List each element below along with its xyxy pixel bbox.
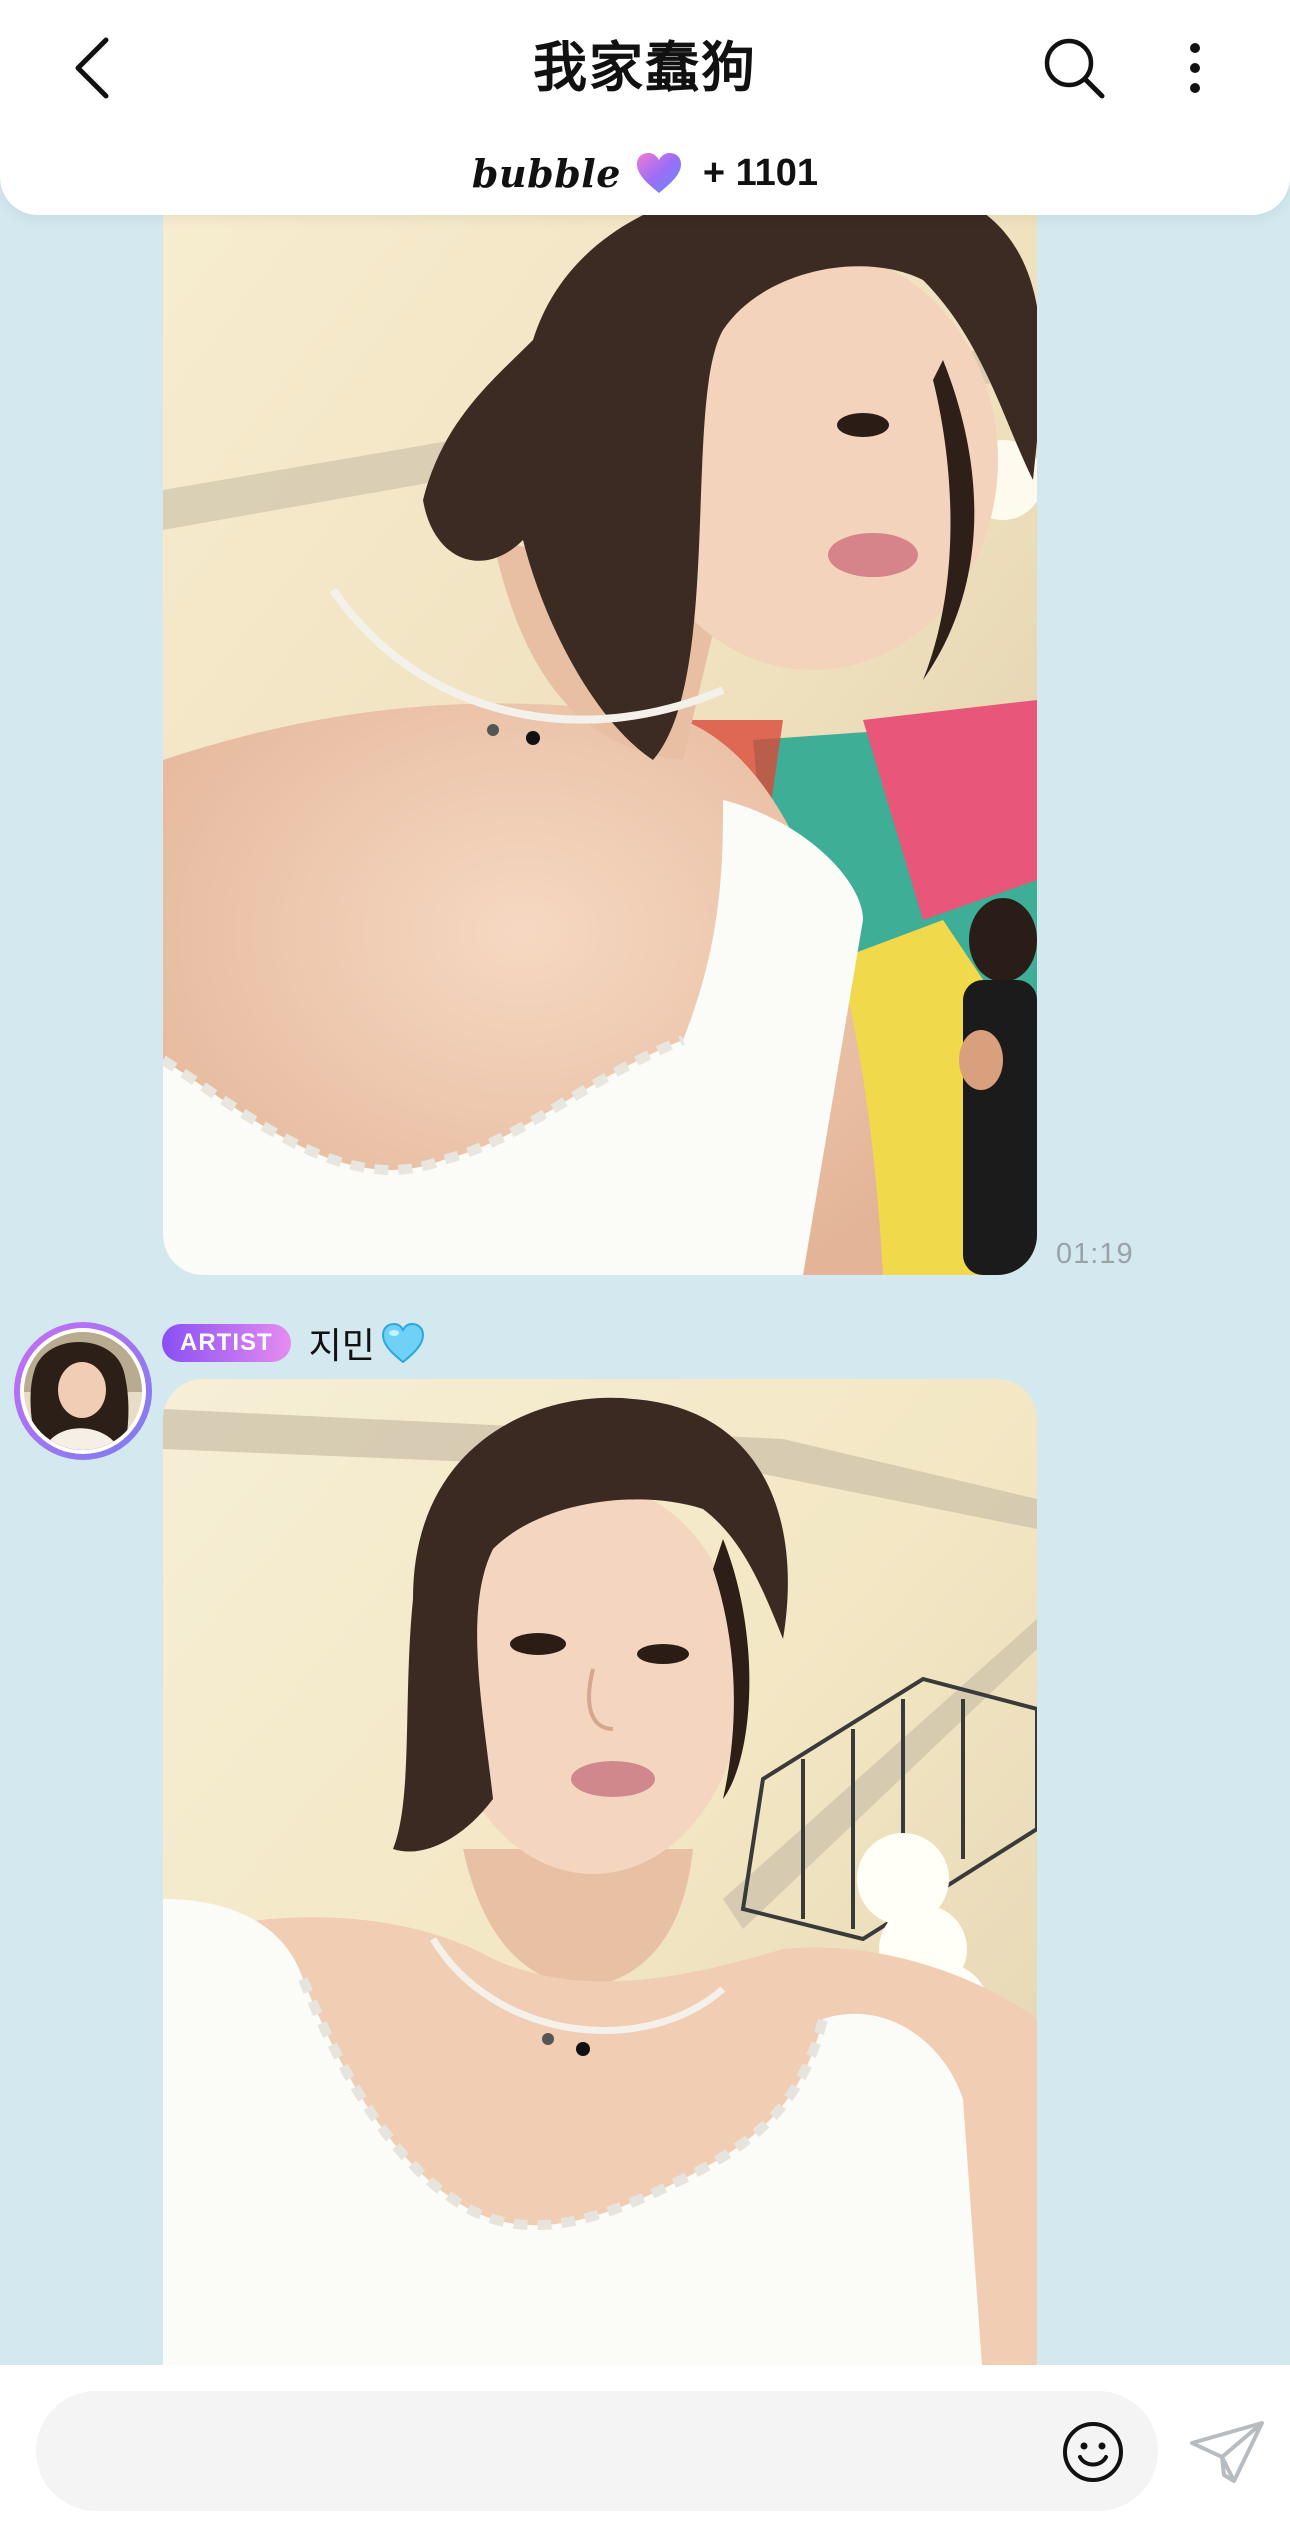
chat-header: 我家蠢狗 bubble + 1101 — [0, 0, 1290, 215]
message-input[interactable] — [36, 2391, 1158, 2511]
photo-message[interactable] — [163, 1379, 1037, 2365]
avatar-ring — [20, 1328, 146, 1454]
subscription-info: bubble + 1101 — [0, 140, 1290, 206]
send-button[interactable] — [1186, 2415, 1268, 2489]
selfie-photo — [163, 1379, 1037, 2365]
chevron-left-icon — [75, 37, 109, 99]
photo-message[interactable] — [163, 160, 1037, 1275]
back-button[interactable] — [60, 28, 124, 108]
more-options-button[interactable] — [1170, 30, 1220, 106]
message-input-bar — [0, 2365, 1290, 2529]
paper-plane-icon — [1190, 2421, 1264, 2483]
chat-title: 我家蠢狗 — [533, 36, 757, 99]
selfie-photo — [163, 160, 1037, 1275]
chat-area[interactable]: 01:19 ARTIST 지민 — [0, 0, 1290, 2365]
artist-avatar[interactable] — [14, 1322, 152, 1460]
avatar-image — [24, 1332, 142, 1450]
search-icon — [1044, 38, 1105, 99]
subscriber-count: + 1101 — [702, 151, 819, 194]
bubble-logo: bubble — [471, 150, 621, 196]
light-blue-heart-icon — [381, 1322, 425, 1364]
artist-badge: ARTIST — [162, 1324, 291, 1362]
gradient-heart-icon — [635, 151, 683, 195]
emoji-button[interactable] — [1060, 2419, 1126, 2485]
sender-name: 지민 — [308, 1326, 375, 1367]
more-vertical-icon — [1190, 43, 1200, 93]
message-timestamp: 01:19 — [1056, 1238, 1134, 1270]
smiley-icon — [1063, 2422, 1123, 2482]
search-button[interactable] — [1036, 30, 1112, 106]
sender-info: ARTIST 지민 — [162, 1316, 425, 1370]
